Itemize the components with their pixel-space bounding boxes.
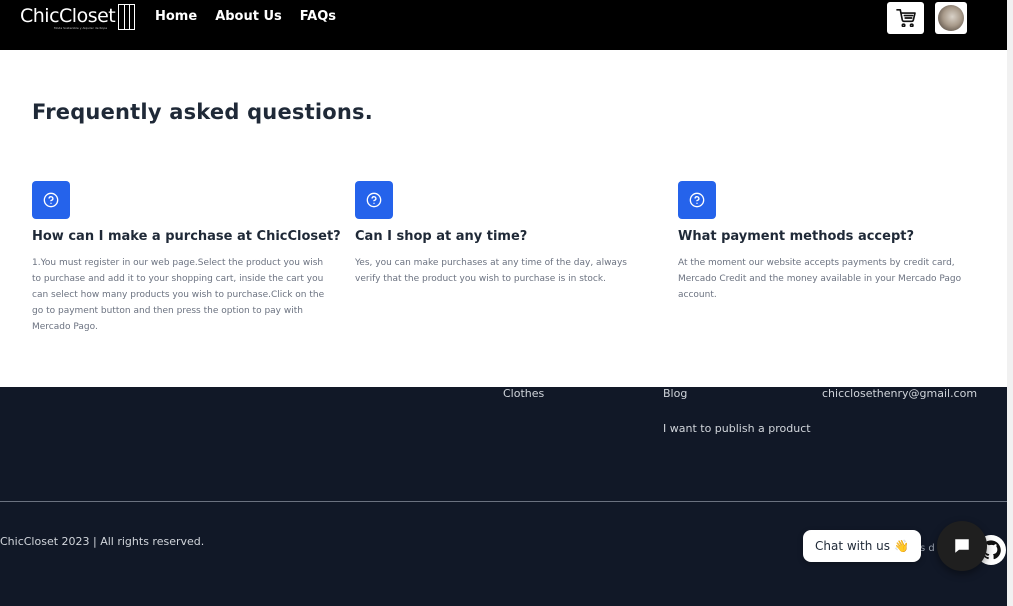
footer-link-publish[interactable]: I want to publish a product [663, 422, 811, 436]
page-title: Frequently asked questions. [32, 100, 373, 124]
footer-link-blog[interactable]: Blog [663, 387, 687, 401]
avatar [938, 5, 964, 31]
faq-item: What payment methods accept? At the mome… [678, 181, 978, 303]
nav-about-link[interactable]: About Us [215, 9, 282, 25]
copyright: ChicCloset 2023 | All rights reserved. [0, 535, 205, 548]
footer-link-clothes[interactable]: Clothes [503, 387, 544, 401]
chat-with-us-bubble[interactable]: Chat with us 👋 [803, 530, 921, 562]
page-scrollbar[interactable] [1007, 0, 1013, 606]
faq-item: Can I shop at any time? Yes, you can mak… [355, 181, 655, 287]
faq-question: How can I make a purchase at ChicCloset? [32, 229, 341, 244]
faq-question: Can I shop at any time? [355, 229, 528, 244]
logo-subtitle: Moda Sostenible y Alquiler de Ropa [54, 26, 108, 30]
main-nav: Home About Us FAQs [155, 9, 336, 25]
question-circle-icon [32, 181, 70, 219]
faq-answer: Yes, you can make purchases at any time … [355, 258, 627, 284]
faq-question: What payment methods accept? [678, 229, 915, 244]
chat-icon [955, 539, 969, 553]
footer-divider [0, 501, 1007, 502]
cart-icon [895, 9, 916, 27]
question-circle-icon [355, 181, 393, 219]
top-navbar: ChicCloset Moda Sostenible y Alquiler de… [0, 0, 1007, 50]
footer: Clothes Blog I want to publish a product… [0, 387, 1007, 606]
wardrobe-icon [118, 4, 136, 30]
chat-label: Chat with us [815, 539, 890, 553]
faq-answer: 1.You must register in our web page.Sele… [32, 258, 325, 332]
faq-section: Frequently asked questions. How can I ma… [0, 50, 1007, 387]
logo[interactable]: ChicCloset Moda Sostenible y Alquiler de… [20, 4, 136, 30]
cart-button[interactable] [887, 2, 924, 34]
faq-item: How can I make a purchase at ChicCloset?… [32, 181, 341, 335]
user-avatar-button[interactable] [935, 2, 967, 34]
footer-email-link[interactable]: chicclosethenry@gmail.com [822, 387, 977, 401]
nav-home-link[interactable]: Home [155, 9, 197, 25]
logo-text: ChicCloset [20, 5, 116, 27]
nav-faqs-link[interactable]: FAQs [300, 9, 336, 25]
footer-partial-text: s d [920, 543, 935, 554]
wave-emoji: 👋 [894, 539, 909, 553]
faq-answer: At the moment our website accepts paymen… [678, 258, 962, 300]
question-circle-icon [678, 181, 716, 219]
chat-launcher-button[interactable] [937, 521, 987, 571]
